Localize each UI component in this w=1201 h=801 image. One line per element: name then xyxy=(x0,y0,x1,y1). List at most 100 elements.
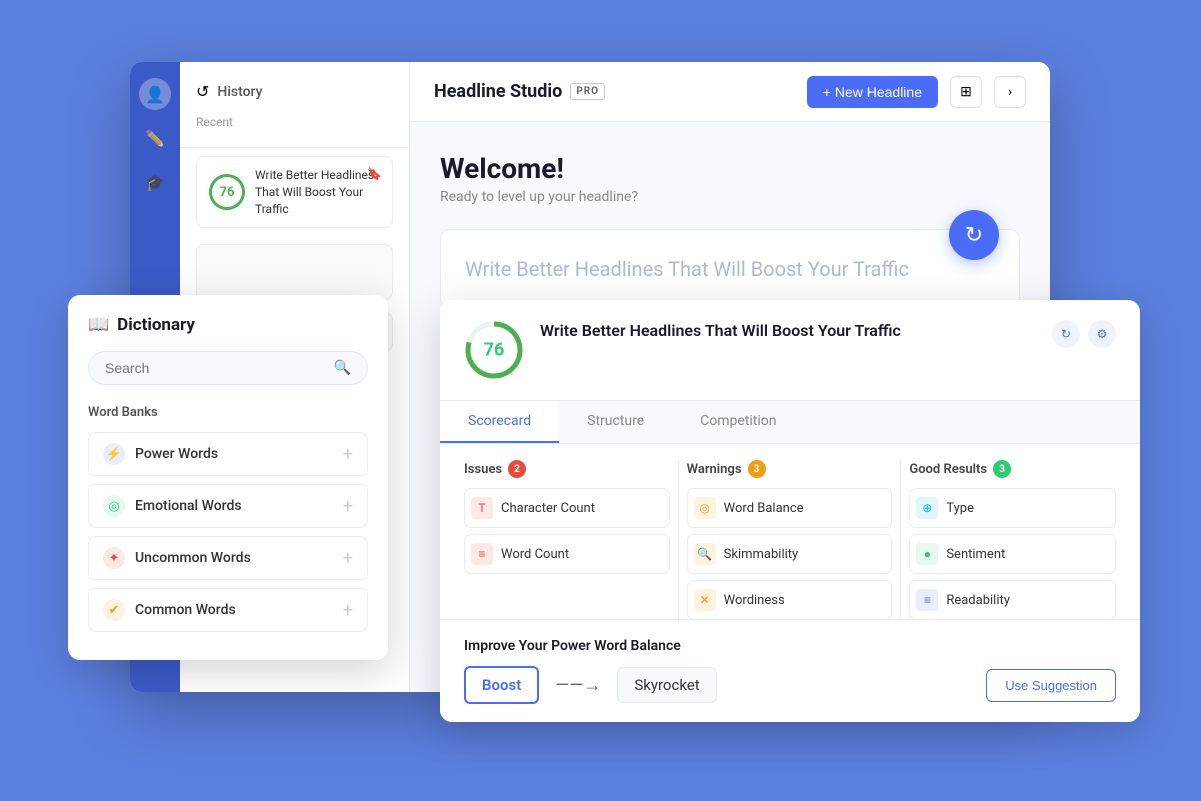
tab-competition[interactable]: Competition xyxy=(672,401,804,443)
dictionary-panel: 📖 Dictionary 🔍 Word Banks ⚡ Power Words … xyxy=(68,295,388,660)
character-count-label: Character Count xyxy=(501,501,595,516)
headline-input-area: ↻ Write Better Headlines That Will Boost… xyxy=(440,229,1020,309)
settings-icon-btn[interactable]: ⚙ xyxy=(1088,320,1116,348)
emotional-words-icon: ◎ xyxy=(103,495,125,517)
analysis-headline-text: Write Better Headlines That Will Boost Y… xyxy=(540,320,1036,342)
readability-label: Readability xyxy=(946,593,1010,608)
good-results-column: Good Results 3 ⊕ Type ● Sentiment ≡ Read… xyxy=(901,460,1124,626)
warnings-label: Warnings xyxy=(687,462,742,477)
word-balance-label: Word Balance xyxy=(724,501,804,516)
wordiness-label: Wordiness xyxy=(724,593,785,608)
headline-input-placeholder[interactable]: Write Better Headlines That Will Boost Y… xyxy=(465,254,995,284)
dictionary-title-text: Dictionary xyxy=(117,315,195,335)
suggestion-bar: Improve Your Power Word Balance Boost ——… xyxy=(440,619,1140,722)
chevron-icon-btn[interactable]: › xyxy=(994,76,1026,108)
history-item-text: Write Better Headlines That Will Boost Y… xyxy=(255,167,380,217)
word-bank-common[interactable]: ✔ Common Words + xyxy=(88,588,368,632)
skimmability-label: Skimmability xyxy=(724,547,799,562)
character-count-icon: T xyxy=(471,497,493,519)
new-headline-button[interactable]: + New Headline xyxy=(807,76,938,108)
uncommon-words-label: Uncommon Words xyxy=(135,550,251,566)
word-bank-power[interactable]: ⚡ Power Words + xyxy=(88,432,368,476)
user-avatar[interactable]: 👤 xyxy=(139,78,171,110)
warning-wordiness[interactable]: ✕ Wordiness xyxy=(687,580,893,620)
issues-label: Issues xyxy=(464,462,502,477)
power-words-label: Power Words xyxy=(135,446,218,462)
menu-icon-btn[interactable]: ⊞ xyxy=(950,76,982,108)
emotional-words-add-icon[interactable]: + xyxy=(343,496,353,517)
good-results-header: Good Results 3 xyxy=(909,460,1116,478)
history-item[interactable]: 76 Write Better Headlines That Will Boos… xyxy=(196,156,393,228)
uncommon-words-icon: ✦ xyxy=(103,547,125,569)
welcome-title: Welcome! xyxy=(440,152,1020,185)
analysis-tabs: Scorecard Structure Competition xyxy=(440,401,1140,444)
good-results-label: Good Results xyxy=(909,462,987,477)
sentiment-label: Sentiment xyxy=(946,547,1005,562)
warnings-column: Warnings 3 ◎ Word Balance 🔍 Skimmability… xyxy=(679,460,902,626)
top-bar: Headline Studio PRO + New Headline ⊞ › xyxy=(410,62,1050,122)
history-title: History xyxy=(217,84,262,100)
suggestion-replacement: Skyrocket xyxy=(617,667,716,703)
sidebar-icon-pen[interactable]: ✏️ xyxy=(139,122,171,154)
tab-structure[interactable]: Structure xyxy=(559,401,672,443)
issues-count: 2 xyxy=(508,460,526,478)
history-placeholder-1 xyxy=(196,244,393,300)
dictionary-icon: 📖 xyxy=(88,315,109,335)
issue-word-count[interactable]: ≡ Word Count xyxy=(464,534,670,574)
arrow-icon: ——→ xyxy=(555,675,601,696)
score-value: 76 xyxy=(484,340,505,361)
emotional-words-label: Emotional Words xyxy=(135,498,242,514)
warning-skimmability[interactable]: 🔍 Skimmability xyxy=(687,534,893,574)
history-score-badge: 76 xyxy=(209,174,245,210)
search-box[interactable]: 🔍 xyxy=(88,351,368,385)
history-header: ↺ History Recent xyxy=(180,62,409,148)
search-input[interactable] xyxy=(105,360,334,376)
sidebar-icon-learn[interactable]: 🎓 xyxy=(139,166,171,198)
use-suggestion-button[interactable]: Use Suggestion xyxy=(986,669,1116,702)
warnings-count: 3 xyxy=(748,460,766,478)
app-brand: Headline Studio PRO xyxy=(434,81,605,102)
type-icon: ⊕ xyxy=(916,497,938,519)
scorecard-grid: Issues 2 T Character Count ≡ Word Count … xyxy=(440,444,1140,642)
word-count-label: Word Count xyxy=(501,547,569,562)
common-words-icon: ✔ xyxy=(103,599,125,621)
recent-label: Recent xyxy=(196,115,393,129)
skimmability-icon: 🔍 xyxy=(694,543,716,565)
analysis-header-icons: ↻ ⚙ xyxy=(1052,320,1116,348)
issues-header: Issues 2 xyxy=(464,460,670,478)
refresh-icon-btn[interactable]: ↻ xyxy=(1052,320,1080,348)
uncommon-words-add-icon[interactable]: + xyxy=(343,548,353,569)
pro-badge: PRO xyxy=(570,83,605,100)
dictionary-title: 📖 Dictionary xyxy=(88,315,368,335)
wordiness-icon: ✕ xyxy=(694,589,716,611)
app-name: Headline Studio xyxy=(434,81,562,102)
word-bank-uncommon[interactable]: ✦ Uncommon Words + xyxy=(88,536,368,580)
common-words-label: Common Words xyxy=(135,602,236,618)
word-bank-emotional[interactable]: ◎ Emotional Words + xyxy=(88,484,368,528)
common-words-add-icon[interactable]: + xyxy=(343,600,353,621)
word-balance-icon: ◎ xyxy=(694,497,716,519)
tab-scorecard[interactable]: Scorecard xyxy=(440,401,559,443)
refresh-button[interactable]: ↻ xyxy=(949,210,999,260)
readability-icon: ≡ xyxy=(916,589,938,611)
suggestion-title: Improve Your Power Word Balance xyxy=(464,638,1116,654)
word-count-icon: ≡ xyxy=(471,543,493,565)
score-circle: 76 xyxy=(464,320,524,380)
type-label: Type xyxy=(946,501,974,516)
word-banks-title: Word Banks xyxy=(88,405,368,420)
analysis-header: 76 Write Better Headlines That Will Boos… xyxy=(440,300,1140,401)
power-words-icon: ⚡ xyxy=(103,443,125,465)
bookmark-icon[interactable]: 🔖 xyxy=(367,167,382,181)
welcome-subtitle: Ready to level up your headline? xyxy=(440,189,1020,205)
good-sentiment[interactable]: ● Sentiment xyxy=(909,534,1116,574)
suggestion-row: Boost ——→ Skyrocket Use Suggestion xyxy=(464,666,1116,704)
good-readability[interactable]: ≡ Readability xyxy=(909,580,1116,620)
power-words-add-icon[interactable]: + xyxy=(343,444,353,465)
good-type[interactable]: ⊕ Type xyxy=(909,488,1116,528)
sentiment-icon: ● xyxy=(916,543,938,565)
warning-word-balance[interactable]: ◎ Word Balance xyxy=(687,488,893,528)
search-icon: 🔍 xyxy=(334,360,351,376)
suggestion-original: Boost xyxy=(464,666,539,704)
issue-character-count[interactable]: T Character Count xyxy=(464,488,670,528)
issues-column: Issues 2 T Character Count ≡ Word Count xyxy=(456,460,679,626)
